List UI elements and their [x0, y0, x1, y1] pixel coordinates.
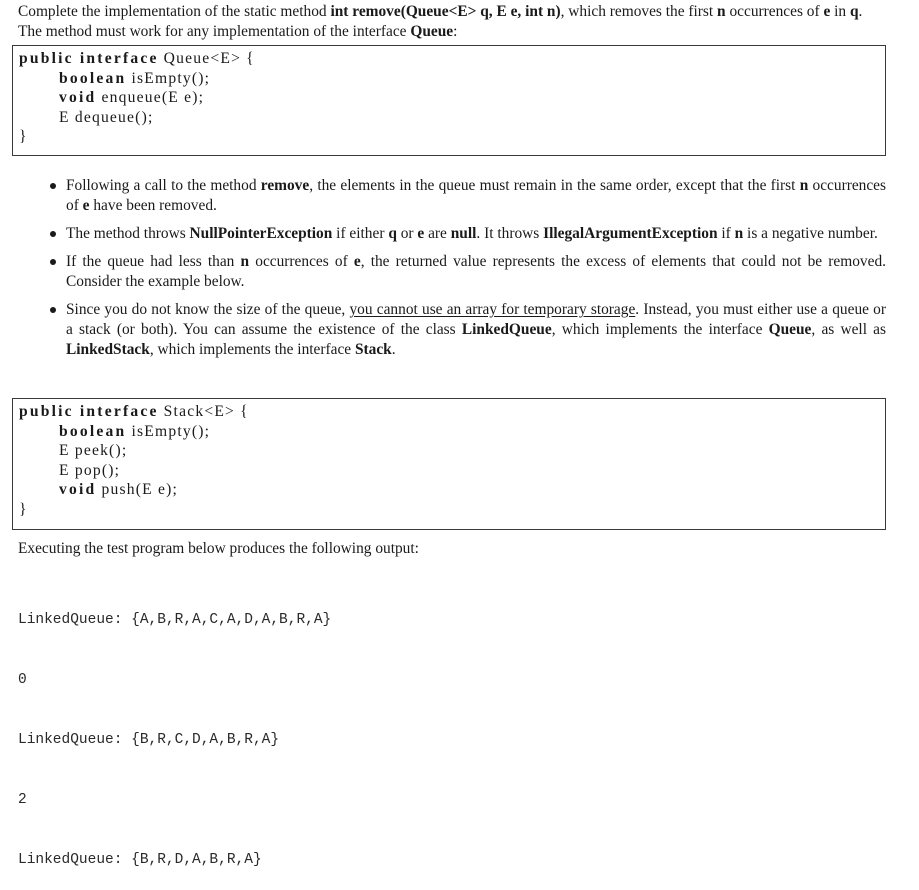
output-line: 0 — [18, 672, 27, 688]
code-line: } — [19, 128, 28, 145]
output-line: LinkedQueue: {B,R,D,A,B,R,A} — [18, 852, 262, 868]
list-item: The method throws NullPointerException i… — [48, 224, 886, 244]
output-line: 2 — [18, 792, 27, 808]
stack-interface-code: public interface Stack<E> { boolean isEm… — [12, 398, 886, 530]
intro-paragraph: Complete the implementation of the stati… — [18, 3, 863, 40]
output-intro: Executing the test program below produce… — [18, 540, 419, 557]
code-line: E pop(); — [59, 461, 121, 479]
bullet-icon — [50, 307, 56, 313]
output-line: LinkedQueue: {B,R,C,D,A,B,R,A} — [18, 732, 280, 748]
code-line: public interface Stack<E> { — [19, 403, 249, 420]
code-line: void enqueue(E e); — [59, 89, 205, 106]
code-line: } — [19, 500, 28, 518]
code-line: void push(E e); — [59, 481, 179, 498]
code-line: E dequeue(); — [59, 108, 154, 126]
list-item: Since you do not know the size of the qu… — [48, 300, 886, 360]
output-line: LinkedQueue: {A,B,R,A,C,A,D,A,B,R,A} — [18, 612, 332, 628]
program-output: LinkedQueue: {A,B,R,A,C,A,D,A,B,R,A} 0 L… — [18, 570, 331, 890]
code-line: E peek(); — [59, 442, 128, 459]
code-line: boolean isEmpty(); — [59, 69, 211, 87]
bullet-icon — [50, 231, 56, 237]
code-line: public interface Queue<E> { — [19, 50, 255, 67]
requirements-list: Following a call to the method remove, t… — [48, 176, 886, 368]
code-line: boolean isEmpty(); — [59, 422, 211, 440]
queue-interface-code: public interface Queue<E> { boolean isEm… — [12, 45, 886, 156]
list-item: Following a call to the method remove, t… — [48, 176, 886, 216]
bullet-icon — [50, 183, 56, 189]
list-item: If the queue had less than n occurrences… — [48, 252, 886, 292]
bullet-icon — [50, 259, 56, 265]
